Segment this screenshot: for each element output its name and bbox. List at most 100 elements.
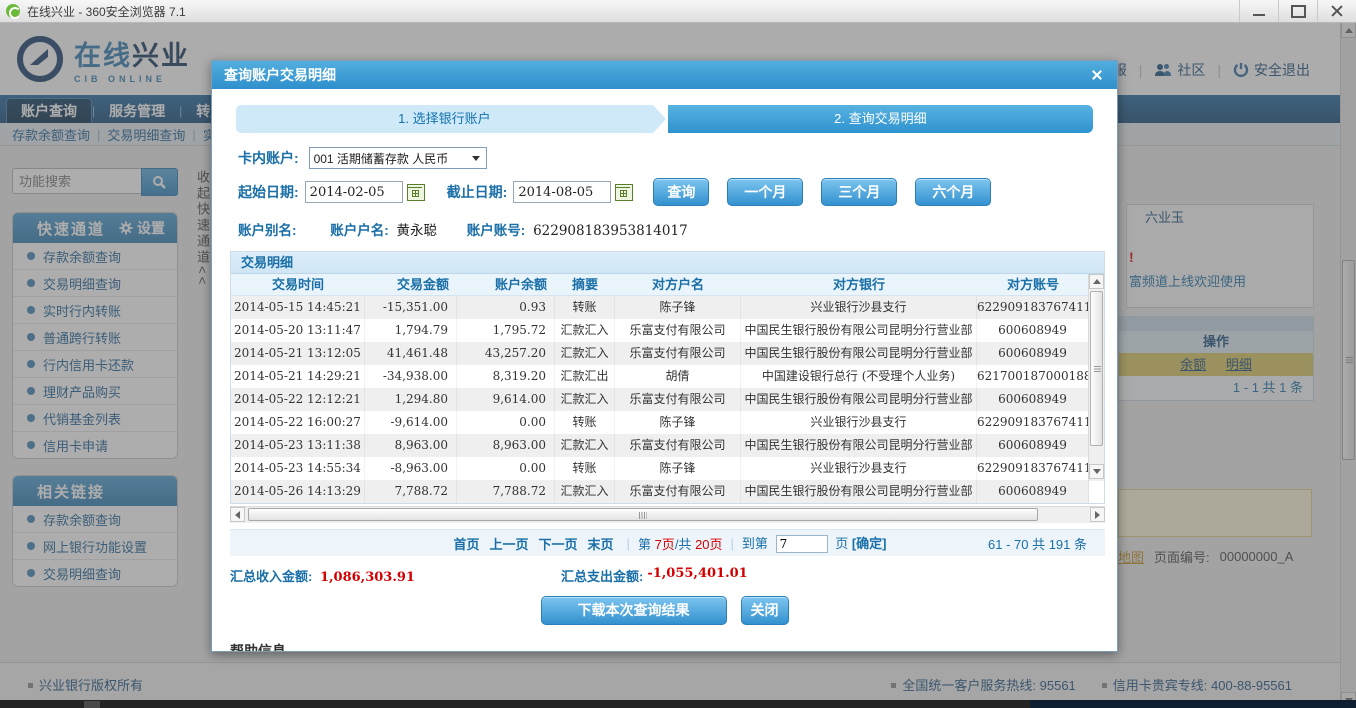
account-info-row: 账户别名: 账户户名: 黄永聪 账户账号: 622908183953814017 — [238, 219, 1117, 239]
table-row[interactable]: 2014-05-21 13:12:0541,461.4843,257.20汇款汇… — [231, 342, 1089, 365]
goto-confirm-button[interactable]: [确定] — [852, 536, 887, 551]
minimize-icon — [1253, 14, 1265, 16]
transaction-query-modal: 查询账户交易明细 1. 选择银行账户 2. 查询交易明细 卡内账户: 001 活… — [211, 60, 1118, 652]
table-cell: 中国建设银行总行 (不受理个人业务) — [741, 365, 977, 388]
table-cell: 622909183767411413 — [977, 457, 1089, 480]
table-row[interactable]: 2014-05-26 14:13:297,788.727,788.72汇款汇入乐… — [231, 480, 1089, 503]
step-tab-query-detail[interactable]: 2. 查询交易明细 — [668, 105, 1093, 133]
window-controls — [1239, 0, 1356, 22]
table-cell: 2014-05-20 13:11:47 — [231, 319, 365, 342]
table-cell: 1,294.80 — [365, 388, 457, 411]
table-scroll-left-button[interactable] — [230, 507, 245, 522]
table-row[interactable]: 2014-05-22 16:00:27-9,614.000.00转账陈子锋兴业银… — [231, 411, 1089, 434]
modal-close-button[interactable] — [1089, 67, 1105, 83]
table-cell: 中国民生银行股份有限公司昆明分行营业部 — [741, 388, 977, 411]
step-tabs: 1. 选择银行账户 2. 查询交易明细 — [236, 105, 1093, 133]
one-month-button[interactable]: 一个月 — [727, 178, 803, 206]
table-cell: 0.00 — [457, 411, 555, 434]
column-header: 账户余额 — [457, 274, 555, 295]
table-cell: 乐富支付有限公司 — [615, 319, 741, 342]
browser-360-icon — [6, 4, 20, 18]
table-horizontal-scrollbar[interactable] — [230, 506, 1105, 523]
table-cell: 乐富支付有限公司 — [615, 480, 741, 503]
modal-header: 查询账户交易明细 — [212, 61, 1117, 89]
window-title: 在线兴业 - 360安全浏览器 7.1 — [27, 3, 186, 20]
three-month-button[interactable]: 三个月 — [821, 178, 897, 206]
record-range-text: 61 - 70 共 191 条 — [988, 534, 1087, 553]
six-month-button[interactable]: 六个月 — [915, 178, 991, 206]
end-date-input[interactable] — [513, 181, 611, 203]
summary-row: 汇总收入金额: 1,086,303.91 汇总支出金额: -1,055,401.… — [230, 566, 1117, 585]
close-window-button[interactable] — [1317, 0, 1356, 22]
table-cell: 汇款汇入 — [555, 319, 615, 342]
income-total-label: 汇总收入金额: — [230, 569, 312, 584]
table-row[interactable]: 2014-05-21 14:29:21-34,938.008,319.20汇款汇… — [231, 365, 1089, 388]
table-cell: -15,351.00 — [365, 296, 457, 319]
table-cell: 乐富支付有限公司 — [615, 342, 741, 365]
table-scroll-right-button[interactable] — [1090, 507, 1105, 522]
table-cell: 8,319.20 — [457, 365, 555, 388]
income-total-value: 1,086,303.91 — [320, 570, 415, 585]
column-header: 对方账号 — [977, 274, 1089, 295]
page-info: 第 7页/共 20页 — [638, 534, 723, 553]
pagination-link-3[interactable]: 下一页 — [539, 534, 578, 553]
table-row[interactable]: 2014-05-23 14:55:34-8,963.000.00转账陈子锋兴业银… — [231, 457, 1089, 480]
taskbar-strip — [0, 700, 1356, 708]
table-row[interactable]: 2014-05-15 14:45:21-15,351.000.93转账陈子锋兴业… — [231, 296, 1089, 319]
calendar-icon[interactable] — [615, 184, 633, 201]
column-header: 交易金额 — [365, 274, 457, 295]
table-cell: 1,795.72 — [457, 319, 555, 342]
table-cell: -9,614.00 — [365, 411, 457, 434]
close-modal-button[interactable]: 关闭 — [741, 596, 789, 625]
column-header: 对方户名 — [615, 274, 741, 295]
table-row[interactable]: 2014-05-22 12:12:211,294.809,614.00汇款汇入乐… — [231, 388, 1089, 411]
table-cell: 转账 — [555, 457, 615, 480]
table-cell: 汇款汇入 — [555, 342, 615, 365]
table-cell: 汇款汇出 — [555, 365, 615, 388]
table-cell: 41,461.48 — [365, 342, 457, 365]
column-header: 对方银行 — [741, 274, 977, 295]
table-cell: -34,938.00 — [365, 365, 457, 388]
download-results-button[interactable]: 下载本次查询结果 — [541, 596, 727, 625]
table-scroll-down-button[interactable] — [1089, 464, 1104, 479]
account-number-label: 账户账号: — [467, 223, 526, 238]
holder-name-value: 黄永聪 — [397, 223, 438, 239]
pagination-link-1[interactable]: 首页 — [453, 534, 479, 553]
table-row[interactable]: 2014-05-20 13:11:471,794.791,795.72汇款汇入乐… — [231, 319, 1089, 342]
start-date-input[interactable] — [305, 181, 403, 203]
table-hscrollbar-thumb[interactable] — [248, 508, 1038, 521]
pagination-link-2[interactable]: 上一页 — [490, 534, 529, 553]
alias-label: 账户别名: — [238, 223, 297, 238]
table-cell: 622909183767411413 — [977, 411, 1089, 434]
table-scroll-up-button[interactable] — [1089, 274, 1104, 289]
pagination-link-4[interactable]: 末页 — [588, 534, 614, 553]
chevron-down-icon — [472, 156, 480, 161]
table-vertical-scrollbar[interactable] — [1088, 274, 1104, 481]
minimize-button[interactable] — [1239, 0, 1278, 22]
goto-page-input[interactable] — [776, 535, 828, 553]
table-cell: 622909183767411413 — [977, 296, 1089, 319]
maximize-button[interactable] — [1278, 0, 1317, 22]
table-section-title: 交易明细 — [231, 252, 1104, 274]
step-tab-select-account[interactable]: 1. 选择银行账户 — [236, 105, 653, 133]
calendar-icon[interactable] — [407, 184, 425, 201]
table-scrollbar-thumb[interactable] — [1090, 291, 1103, 446]
query-button[interactable]: 查询 — [653, 178, 709, 206]
close-icon — [1331, 5, 1343, 17]
table-cell: 6217001870001887230 — [977, 365, 1089, 388]
help-section-title: 帮助信息 — [230, 641, 1117, 652]
arrow-up-icon — [1093, 279, 1101, 284]
account-select[interactable]: 001 活期储蓄存款 人民币 — [309, 147, 487, 169]
table-cell: 乐富支付有限公司 — [615, 434, 741, 457]
table-cell: 汇款汇入 — [555, 434, 615, 457]
goto-page-group: 到第 页 [确定] — [742, 533, 887, 553]
table-cell: 7,788.72 — [457, 480, 555, 503]
table-cell: 0.00 — [457, 457, 555, 480]
table-cell: 600608949 — [977, 342, 1089, 365]
table-cell: 8,963.00 — [457, 434, 555, 457]
table-cell: 600608949 — [977, 388, 1089, 411]
table-cell: 600608949 — [977, 434, 1089, 457]
table-cell: 陈子锋 — [615, 296, 741, 319]
arrow-right-icon — [1095, 511, 1100, 519]
table-row[interactable]: 2014-05-23 13:11:388,963.008,963.00汇款汇入乐… — [231, 434, 1089, 457]
